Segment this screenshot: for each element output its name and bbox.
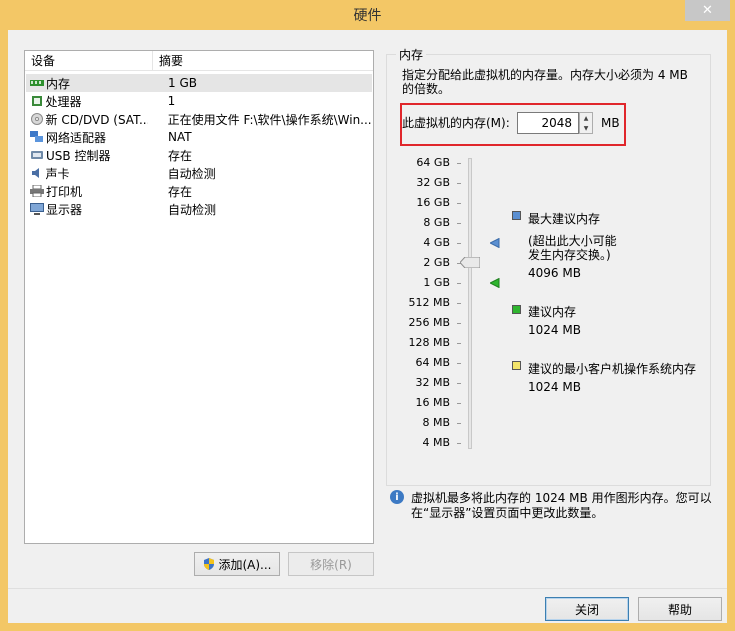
- add-button-label: 添加(A)...: [218, 557, 272, 572]
- highlight-box: [400, 103, 626, 146]
- device-summary: NAT: [168, 130, 192, 144]
- device-name: 打印机: [46, 184, 83, 199]
- device-row-printer[interactable]: 打印机 存在: [26, 182, 372, 200]
- footer-separator: [8, 588, 727, 589]
- scale-label: 16 MB: [415, 396, 450, 409]
- graphics-memory-note: 虚拟机最多将此内存的 1024 MB 用作图形内存。您可以 在“显示器”设置页面…: [411, 491, 721, 521]
- device-summary: 1 GB: [168, 76, 197, 90]
- device-summary: 存在: [168, 148, 193, 163]
- device-summary: 1: [167, 94, 176, 108]
- memory-icon: [30, 77, 44, 89]
- device-row-sound-card[interactable]: 声卡 自动检测: [26, 164, 372, 182]
- graphics-memory-note-line1: 虚拟机最多将此内存的 1024 MB 用作图形内存。您可以: [411, 491, 712, 505]
- tick-mark: [457, 183, 461, 184]
- device-summary: 正在使用文件 F:\软件\操作系统\Win...: [167, 112, 372, 127]
- legend-recommended-value: 1024 MB: [528, 323, 581, 337]
- cd-dvd-icon: [30, 113, 44, 125]
- device-name: USB 控制器: [46, 148, 111, 163]
- tick-mark: [457, 223, 461, 224]
- device-name: 内存: [46, 76, 71, 91]
- legend-max-swatch: [512, 211, 521, 220]
- scale-label: 512 MB: [408, 296, 450, 309]
- remove-device-button[interactable]: 移除(R): [288, 552, 374, 576]
- scale-label: 32 GB: [416, 176, 450, 189]
- add-device-button[interactable]: 添加(A)...: [194, 552, 280, 576]
- tick-mark: [457, 403, 461, 404]
- legend-recommended-swatch: [512, 305, 521, 314]
- device-name: 网络适配器: [46, 130, 107, 145]
- scale-label: 64 GB: [416, 156, 450, 169]
- help-button[interactable]: 帮助: [638, 597, 722, 621]
- scale-label: 1 GB: [423, 276, 450, 289]
- scale-label: 256 MB: [408, 316, 450, 329]
- printer-icon: [30, 185, 44, 197]
- tick-mark: [457, 163, 461, 164]
- max-recommended-marker-icon: [490, 238, 500, 248]
- device-summary: 自动检测: [167, 166, 216, 181]
- info-icon: i: [390, 490, 404, 504]
- legend-min-swatch: [512, 361, 521, 370]
- tick-mark: [457, 363, 461, 364]
- column-header-device[interactable]: 设备: [25, 51, 153, 71]
- title-bar: 硬件 ✕: [0, 0, 735, 30]
- device-name: 新 CD/DVD (SAT...: [45, 112, 148, 127]
- tick-mark: [457, 303, 461, 304]
- device-name: 声卡: [45, 166, 70, 181]
- memory-slider-thumb[interactable]: [460, 257, 480, 268]
- monitor-icon: [30, 203, 44, 215]
- device-row-network-adapter[interactable]: 网络适配器 NAT: [26, 128, 372, 146]
- device-row-processor[interactable]: 处理器 1: [26, 92, 372, 110]
- device-summary: 存在: [168, 184, 193, 199]
- scale-label: 2 GB: [423, 256, 450, 269]
- device-row-cd-dvd[interactable]: 新 CD/DVD (SAT... 正在使用文件 F:\软件\操作系统\Win..…: [26, 110, 372, 128]
- scale-label: 8 MB: [422, 416, 450, 429]
- scale-label: 32 MB: [415, 376, 450, 389]
- scale-label: 128 MB: [408, 336, 450, 349]
- network-adapter-icon: [30, 131, 44, 143]
- scale-label: 64 MB: [415, 356, 450, 369]
- legend-max-note-2: 发生内存交换。): [528, 248, 611, 262]
- dialog-body: 设备 摘要 内存 1 GB 处理器 1 新 CD/DVD (SAT... 正在使…: [8, 30, 727, 623]
- tick-mark: [457, 203, 461, 204]
- sound-card-icon: [30, 167, 44, 179]
- window-close-button[interactable]: ✕: [685, 0, 730, 21]
- tick-mark: [457, 443, 461, 444]
- memory-group-title: 内存: [396, 46, 427, 63]
- shield-icon: [204, 558, 215, 570]
- legend-min-title: 建议的最小客户机操作系统内存: [528, 362, 697, 376]
- close-button[interactable]: 关闭: [545, 597, 629, 621]
- scale-label: 8 GB: [423, 216, 450, 229]
- graphics-memory-note-line2: 在“显示器”设置页面中更改此数量。: [411, 506, 604, 520]
- memory-slider-track[interactable]: [468, 158, 472, 449]
- scale-label: 4 MB: [422, 436, 450, 449]
- tick-mark: [457, 343, 461, 344]
- tick-mark: [457, 243, 461, 244]
- tick-mark: [457, 423, 461, 424]
- recommended-marker-icon: [490, 278, 500, 288]
- scale-label: 4 GB: [423, 236, 450, 249]
- legend-recommended-title: 建议内存: [528, 305, 577, 319]
- device-row-monitor[interactable]: 显示器 自动检测: [26, 200, 372, 218]
- device-summary: 自动检测: [168, 202, 217, 217]
- legend-min-value: 1024 MB: [528, 380, 581, 394]
- device-row-usb-controller[interactable]: USB 控制器 存在: [26, 146, 372, 164]
- device-row-memory[interactable]: 内存 1 GB: [26, 74, 372, 92]
- device-list: 设备 摘要 内存 1 GB 处理器 1 新 CD/DVD (SAT... 正在使…: [24, 50, 374, 544]
- window-title: 硬件: [353, 8, 382, 24]
- tick-mark: [457, 283, 461, 284]
- processor-icon: [30, 95, 44, 107]
- tick-mark: [457, 383, 461, 384]
- device-name: 处理器: [45, 94, 82, 109]
- tick-mark: [457, 323, 461, 324]
- scale-label: 16 GB: [416, 196, 450, 209]
- device-name: 显示器: [46, 202, 83, 217]
- legend-max-title: 最大建议内存: [528, 212, 601, 226]
- device-list-header: 设备 摘要: [25, 51, 373, 71]
- legend-max-value: 4096 MB: [528, 266, 581, 280]
- memory-description: 指定分配给此虚拟机的内存量。内存大小必须为 4 MB 的倍数。: [402, 68, 688, 96]
- usb-icon: [30, 149, 44, 161]
- column-header-summary[interactable]: 摘要: [153, 51, 183, 71]
